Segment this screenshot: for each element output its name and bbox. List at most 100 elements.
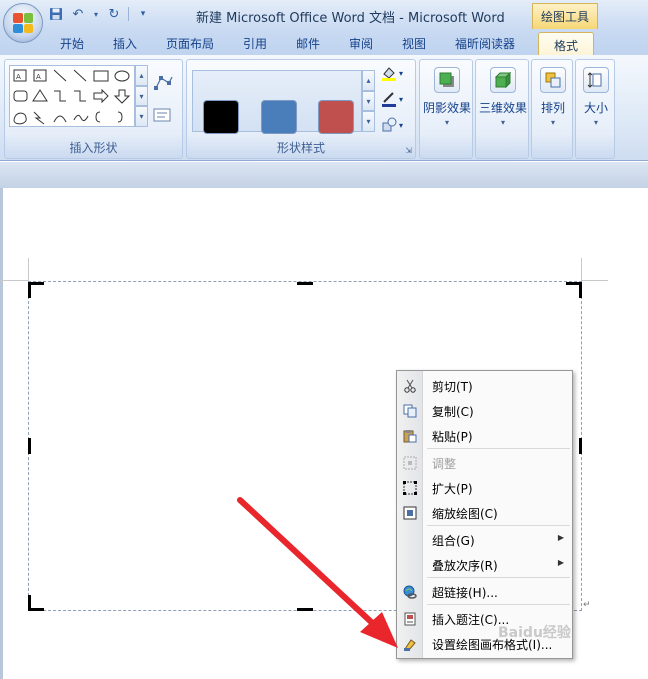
document-top-margin [0,162,648,188]
submenu-arrow-icon: ▶ [557,558,564,567]
tab-home[interactable]: 开始 [60,35,84,52]
watermark: Baidu经验 [498,625,571,641]
menu-item-order[interactable]: 叠放次序(R) ▶ [397,552,572,577]
insert-shapes-label: 插入形状 [69,141,118,155]
arrange-dropdown-icon: ▾ [550,118,555,127]
change-shape-icon [382,117,397,132]
office-logo-icon [13,13,33,33]
canvas-handle-tl-v[interactable] [28,282,31,298]
margin-guide-top-right [582,280,608,281]
group-3d-effect: 三维效果 ▾ [475,59,529,159]
shadow-effect-label: 阴影效果 [422,101,471,115]
tab-page-layout[interactable]: 页面布局 [166,35,214,52]
title-bar: ↶ ▾ ↻ ▾ 新建 Microsoft Office Word 文档 - Mi… [0,0,648,30]
styles-gallery-down-icon[interactable]: ▾ [362,91,375,111]
arrange-label: 排列 [540,101,565,115]
tab-review[interactable]: 审阅 [349,35,373,52]
group-shadow-effect: 阴影效果 ▾ [419,59,473,159]
menu-item-scale-drawing[interactable]: 缩放绘图(C) [397,500,572,525]
outline-dropdown-icon: ▾ [399,94,404,104]
menu-item-hyperlink[interactable]: 超链接(H)... [397,579,572,604]
menu-separator [427,525,570,526]
format-canvas-icon [402,636,418,652]
3d-effect-button[interactable]: 三维效果 ▾ [476,62,530,156]
tab-view[interactable]: 视图 [402,35,426,52]
menu-item-cut[interactable]: 剪切(T) [397,373,572,398]
tab-foxit-reader[interactable]: 福昕阅读器 [455,35,515,52]
paint-bucket-icon [382,67,396,81]
canvas-handle-tr-v[interactable] [579,282,582,298]
size-button[interactable]: 大小 ▾ [576,62,616,156]
shape-style-gallery[interactable] [192,70,362,134]
style-swatch-red[interactable] [318,100,354,134]
3d-effect-label: 三维效果 [478,101,527,115]
shapes-gallery-more-icon[interactable]: ▾ [135,106,148,127]
group-shape-styles: ▴ ▾ ▾ ▾ ▾ ▾ 形状样式 ⇲ [186,59,416,159]
menu-item-copy[interactable]: 复制(C) [397,398,572,423]
undo-icon[interactable]: ↶ [70,6,86,22]
text-box-icon[interactable] [153,108,171,125]
customize-qat-icon[interactable]: ▾ [135,6,151,22]
3d-effect-icon [490,67,516,93]
style-swatch-blue[interactable] [261,100,297,134]
shape-styles-label: 形状样式 [276,141,325,155]
canvas-handle-bl-v[interactable] [28,595,31,611]
shapes-gallery-up-icon[interactable]: ▴ [135,65,148,86]
menu-separator [427,448,570,449]
window-title: 新建 Microsoft Office Word 文档 - Microsoft … [196,11,505,26]
styles-gallery-more-icon[interactable]: ▾ [362,111,375,132]
canvas-handle-bottom-mid[interactable] [297,608,313,611]
shadow-dropdown-icon: ▾ [444,118,449,127]
canvas-handle-left-mid[interactable] [28,438,31,454]
tab-insert[interactable]: 插入 [113,35,137,52]
scale-drawing-icon [402,505,418,521]
margin-guide-top-left [0,280,28,281]
menu-label: 叠放次序(R) [432,559,498,573]
quick-access-toolbar: ↶ ▾ ↻ ▾ [48,6,151,22]
edit-shape-icon[interactable] [153,74,175,95]
office-button[interactable] [3,3,43,43]
group-arrange: 排列 ▾ [531,59,573,159]
menu-item-group[interactable]: 组合(G) ▶ [397,527,572,552]
shapes-gallery[interactable]: A A [9,65,135,127]
hyperlink-icon [402,584,418,600]
paragraph-mark-icon: ↵ [583,600,591,610]
svg-text:A: A [16,73,21,81]
menu-item-fit: 调整 [397,450,572,475]
menu-label: 扩大(P) [432,482,473,496]
shapes-gallery-down-icon[interactable]: ▾ [135,86,148,106]
paste-icon [402,428,418,444]
context-menu: 剪切(T) 复制(C) 粘贴(P) 调整 扩大(P) 缩放绘图(C) 组合(G) [396,370,573,659]
tab-mailings[interactable]: 邮件 [296,35,320,52]
menu-item-paste[interactable]: 粘贴(P) [397,423,572,448]
menu-item-expand[interactable]: 扩大(P) [397,475,572,500]
ribbon-tabs: 开始 插入 页面布局 引用 邮件 审阅 视图 福昕阅读器 格式 [0,30,648,58]
size-icon [583,67,609,93]
shadow-effect-button[interactable]: 阴影效果 ▾ [420,62,474,156]
drawing-tools-contextual-tab: 绘图工具 [532,3,598,29]
undo-dropdown-icon[interactable]: ▾ [92,6,100,22]
caption-icon [402,611,418,627]
shape-outline-button[interactable]: ▾ [381,90,411,108]
menu-label: 复制(C) [432,405,474,419]
tab-references[interactable]: 引用 [243,35,267,52]
shapes-gallery-icons: A A [13,69,131,125]
menu-label: 缩放绘图(C) [432,507,498,521]
scissors-icon [402,378,418,394]
style-swatch-black[interactable] [203,100,239,134]
shape-fill-button[interactable]: ▾ [381,64,411,82]
expand-icon [402,480,418,496]
canvas-handle-right-mid[interactable] [579,438,582,454]
canvas-handle-top-mid[interactable] [297,282,313,285]
styles-gallery-up-icon[interactable]: ▴ [362,70,375,91]
redo-icon[interactable]: ↻ [106,6,122,22]
change-shape-button[interactable]: ▾ [381,116,411,134]
dialog-launcher-icon[interactable]: ⇲ [405,146,412,155]
ribbon: A A ▴ ▾ ▾ 插入形状 ▴ ▾ ▾ ▾ ▾ ▾ 形状样式 ⇲ 阴影效果 ▾… [0,55,648,161]
menu-label: 剪切(T) [432,380,473,394]
page-left-edge [0,188,3,679]
submenu-arrow-icon: ▶ [557,533,564,542]
menu-label: 组合(G) [432,534,475,548]
save-icon[interactable] [48,6,64,22]
arrange-button[interactable]: 排列 ▾ [532,62,574,156]
